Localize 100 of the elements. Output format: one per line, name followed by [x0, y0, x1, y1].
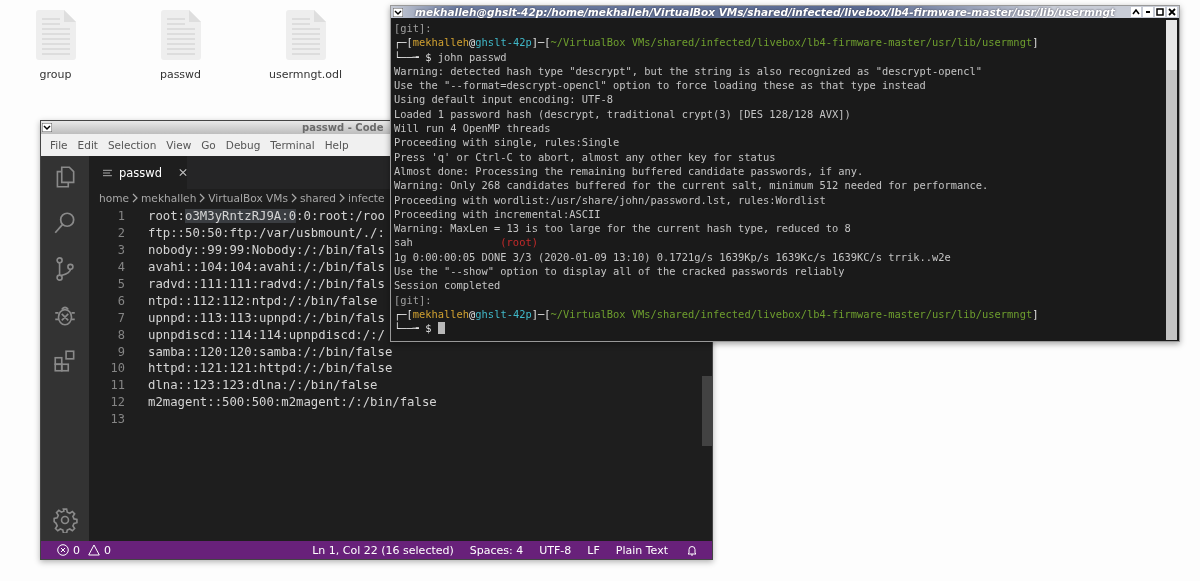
- prompt-symbol: └──╼ $: [394, 49, 432, 64]
- terminal-line: Warning: Only 268 candidates buffered for the current salt, minimum 512 needed for performance.: [394, 178, 989, 193]
- menu-item[interactable]: Selection: [102, 139, 162, 151]
- prompt-symbol: ]: [1032, 306, 1039, 322]
- terminal-line: sah: [394, 235, 413, 250]
- menu-item[interactable]: Terminal: [265, 139, 320, 151]
- terminal-line: Use the "--format=descrypt-opencl" option to force loading these as that type instead: [394, 78, 926, 93]
- bell-icon[interactable]: [686, 544, 698, 556]
- prompt-path: ~/VirtualBox VMs/shared/infected/livebox/lb4-firmware-master/usr/lib/usermngt: [550, 306, 1033, 322]
- editor-tab[interactable]: passwd: [89, 156, 187, 189]
- chevron-icon: [132, 193, 139, 203]
- terminal-line: Proceeding with wordlist:/usr/share/john/password.lst, rules:Wordlist: [394, 192, 826, 207]
- git-label: [git]:: [394, 21, 432, 36]
- code-line: avahi::104:104:avahi:/:/bin/fals: [148, 260, 385, 275]
- prompt-user: mekhalleh: [412, 35, 470, 50]
- code-line: httpd::121:121:httpd:/:/bin/false: [148, 361, 393, 376]
- code-line: m2magent::500:500:m2magent:/:/bin/false: [148, 395, 437, 410]
- line-number: 13: [109, 412, 125, 427]
- menu-item[interactable]: Edit: [72, 139, 103, 151]
- cracked-user: (root): [500, 235, 538, 250]
- terminal-line: Almost done: Processing the remaining buffered candidate passwords, if any.: [394, 163, 864, 179]
- breadcrumb-item[interactable]: mekhalleh: [141, 192, 197, 204]
- terminal-line: Warning: MaxLen = 13 is too large for the current hash type, reduced to 8: [394, 221, 851, 236]
- file-name[interactable]: usermngt.odl: [268, 68, 342, 81]
- terminal-line: Proceeding with single, rules:Single: [394, 135, 620, 150]
- line-number: 2: [116, 226, 125, 241]
- text-cursor: [437, 322, 445, 335]
- file-name[interactable]: group: [39, 68, 72, 81]
- prompt-symbol: ]: [1032, 35, 1039, 50]
- maximize-icon[interactable]: [1155, 7, 1165, 17]
- terminal-line: Will run 4 OpenMP threads: [394, 121, 551, 136]
- prompt-symbol: ┌─[: [394, 306, 413, 322]
- code-line: dlna::123:123:dlna:/:/bin/false: [148, 378, 378, 393]
- line-number: 7: [116, 310, 125, 325]
- warning-icon: [88, 544, 100, 556]
- minimize-icon[interactable]: [1143, 7, 1153, 17]
- prompt-host: ghslt-42p: [475, 35, 532, 50]
- status-item[interactable]: UTF-8: [539, 543, 572, 557]
- git-label: [git]:: [394, 292, 432, 307]
- line-number: 4: [116, 260, 125, 275]
- line-number: 8: [116, 327, 125, 342]
- line-number: 6: [116, 293, 125, 308]
- status-item[interactable]: Spaces: 4: [469, 543, 524, 557]
- line-number: 1: [116, 209, 125, 224]
- code-line: ftp::50:50:ftp:/var/usbmount/./:: [148, 226, 385, 241]
- line-number: 11: [109, 378, 125, 393]
- chevron-icon: [199, 193, 206, 203]
- terminal-line: Press 'q' or Ctrl-C to abort, almost any other key for status: [394, 149, 776, 164]
- menu-item[interactable]: Help: [319, 139, 354, 151]
- breadcrumb-item[interactable]: infecte: [348, 192, 385, 204]
- menu-item[interactable]: File: [45, 139, 73, 151]
- status-item[interactable]: Ln 1, Col 22 (16 selected): [312, 543, 454, 557]
- terminal-line: Use the "--show" option to display all of the cracked passwords reliably: [394, 264, 845, 279]
- file-lines-icon: [103, 168, 112, 177]
- close-icon[interactable]: [1167, 7, 1177, 17]
- menu-item[interactable]: Go: [196, 139, 221, 151]
- prompt-symbol: └──╼ $: [394, 321, 432, 336]
- error-count[interactable]: 0: [73, 543, 80, 557]
- terminal-line: Session completed: [394, 278, 501, 293]
- code-line: upnpd::113:113:upnpd:/:/bin/fals: [148, 310, 385, 325]
- warning-count[interactable]: 0: [104, 543, 111, 557]
- window-title: passwd - Code: [302, 122, 384, 133]
- line-number: 9: [116, 344, 125, 359]
- breadcrumb-item[interactable]: home: [99, 192, 130, 204]
- scrollbar[interactable]: [1166, 20, 1177, 340]
- line-number: 12: [109, 395, 125, 410]
- line-number: 10: [109, 361, 125, 376]
- scrollbar[interactable]: [702, 376, 712, 446]
- prompt-host: ghslt-42p: [475, 306, 532, 322]
- code-line: nobody::99:99:Nobody:/:/bin/fals: [148, 243, 385, 258]
- terminal-line: Warning: detected hash type "descrypt", but the string is also recognized as "descrypt-opencl": [394, 63, 983, 79]
- terminal-line: Using default input encoding: UTF-8: [394, 92, 613, 107]
- chevron-icon: [290, 193, 297, 203]
- prompt-symbol: @: [469, 35, 476, 50]
- prompt-symbol: @: [469, 306, 476, 322]
- window-menu-icon[interactable]: [393, 7, 403, 17]
- window-menu-icon[interactable]: [42, 123, 52, 132]
- line-number: 3: [116, 243, 125, 258]
- file-name[interactable]: passwd: [159, 68, 202, 81]
- menu-item[interactable]: View: [161, 139, 197, 151]
- menu-item[interactable]: Debug: [220, 139, 266, 151]
- status-item[interactable]: LF: [587, 543, 600, 557]
- breadcrumb-item[interactable]: shared: [299, 192, 337, 204]
- terminal-line: Loaded 1 password hash (descrypt, traditional crypt(3) [DES 128/128 AVX]): [394, 106, 851, 122]
- code-line: samba::120:120:samba:/:/bin/false: [148, 344, 393, 359]
- shade-icon[interactable]: [1131, 7, 1141, 17]
- status-item[interactable]: Plain Text: [615, 543, 668, 557]
- code-line: ntpd::112:112:ntpd:/:/bin/false: [148, 293, 378, 308]
- settings-icon[interactable]: [52, 507, 78, 533]
- terminal-line: Proceeding with incremental:ASCII: [394, 206, 601, 222]
- terminal-line: 1g 0:00:00:05 DONE 3/3 (2020-01-09 13:10) 0.1721g/s 1639Kp/s 1639Kc/s 1639KC/s trrik..w2e: [394, 249, 951, 265]
- prompt-symbol: ]─[: [531, 306, 551, 322]
- code-line: upnpdiscd::114:114:upnpdiscd:/:/: [148, 327, 385, 342]
- breadcrumb-item[interactable]: VirtualBox VMs: [208, 192, 288, 204]
- prompt-symbol: ]─[: [531, 35, 551, 50]
- code-line: root:o3M3yRntzRJ9A:0:0:root:/roo: [148, 209, 385, 224]
- command-text: john passwd: [437, 49, 507, 64]
- chevron-icon: [339, 193, 346, 203]
- prompt-path: ~/VirtualBox VMs/shared/infected/livebox/lb4-firmware-master/usr/lib/usermngt: [550, 35, 1033, 50]
- prompt-user: mekhalleh: [412, 306, 470, 320]
